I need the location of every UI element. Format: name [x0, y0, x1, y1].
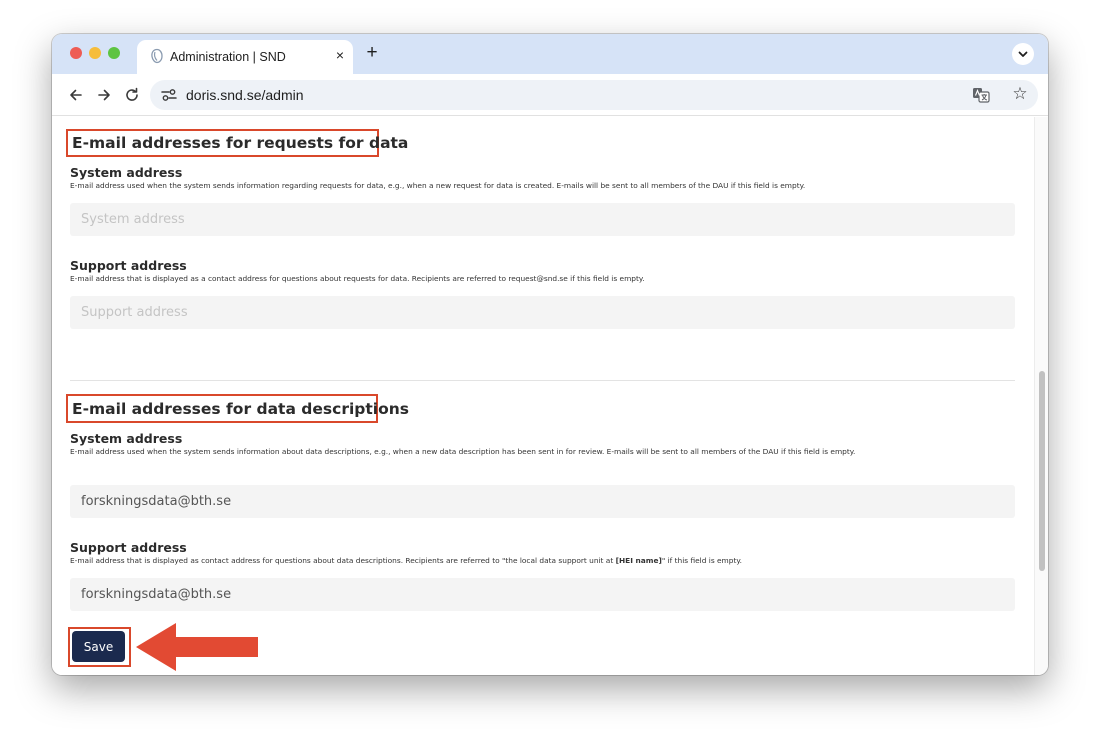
address-bar[interactable]: doris.snd.se/admin ☆ — [150, 80, 1038, 110]
field-label: Support address — [70, 540, 187, 555]
red-arrow-annotation — [136, 623, 258, 671]
field-label: System address — [70, 165, 183, 180]
field-help-text: E-mail address that is displayed as a co… — [70, 274, 645, 283]
new-tab-button[interactable]: + — [362, 43, 382, 63]
field-help-text: E-mail address used when the system send… — [70, 181, 806, 190]
admin-page-content: E-mail addresses for requests for data S… — [52, 117, 1034, 675]
field-help-text: E-mail address used when the system send… — [70, 447, 856, 456]
tab-search-button[interactable] — [1012, 43, 1034, 65]
url-text: doris.snd.se/admin — [186, 87, 304, 103]
minimize-window-button[interactable] — [89, 47, 101, 59]
section-divider — [70, 380, 1015, 381]
field-label: Support address — [70, 258, 187, 273]
chevron-down-icon — [1018, 51, 1028, 57]
descriptions-support-address-input[interactable] — [70, 578, 1015, 611]
field-label: System address — [70, 431, 183, 446]
help-text-bold: [HEI name] — [615, 556, 662, 565]
requests-support-address-input[interactable] — [70, 296, 1015, 329]
descriptions-system-address-input[interactable] — [70, 485, 1015, 518]
arrow-left-icon — [70, 89, 82, 101]
reload-icon — [126, 87, 138, 101]
site-info-icon[interactable] — [160, 87, 178, 103]
reload-button[interactable] — [122, 85, 142, 105]
requests-system-address-input[interactable] — [70, 203, 1015, 236]
tab-bar: Administration | SND × + — [52, 34, 1048, 74]
scrollbar-thumb[interactable] — [1039, 371, 1045, 571]
forward-button[interactable] — [94, 85, 114, 105]
vertical-scrollbar[interactable] — [1034, 117, 1048, 675]
browser-toolbar: doris.snd.se/admin ☆ — [52, 74, 1048, 116]
bookmark-star-icon[interactable]: ☆ — [1010, 84, 1030, 104]
tab-administration[interactable]: Administration | SND × — [137, 40, 353, 74]
tab-close-icon[interactable]: × — [332, 46, 348, 64]
section-heading-descriptions: E-mail addresses for data descriptions — [72, 400, 410, 418]
tab-title: Administration | SND — [170, 50, 286, 64]
browser-window: Administration | SND × + doris.snd.se/ad… — [52, 34, 1048, 675]
maximize-window-button[interactable] — [108, 47, 120, 59]
close-window-button[interactable] — [70, 47, 82, 59]
section-heading-requests: E-mail addresses for requests for data — [72, 134, 409, 152]
translate-icon[interactable] — [972, 87, 990, 103]
site-favicon-icon — [149, 48, 165, 64]
field-help-text: E-mail address that is displayed as cont… — [70, 554, 1020, 568]
arrow-right-icon — [98, 89, 110, 101]
help-text-start: E-mail address that is displayed as cont… — [70, 556, 616, 565]
save-button[interactable]: Save — [72, 631, 125, 662]
help-text-end: " if this field is empty. — [661, 556, 743, 565]
back-button[interactable] — [66, 85, 86, 105]
